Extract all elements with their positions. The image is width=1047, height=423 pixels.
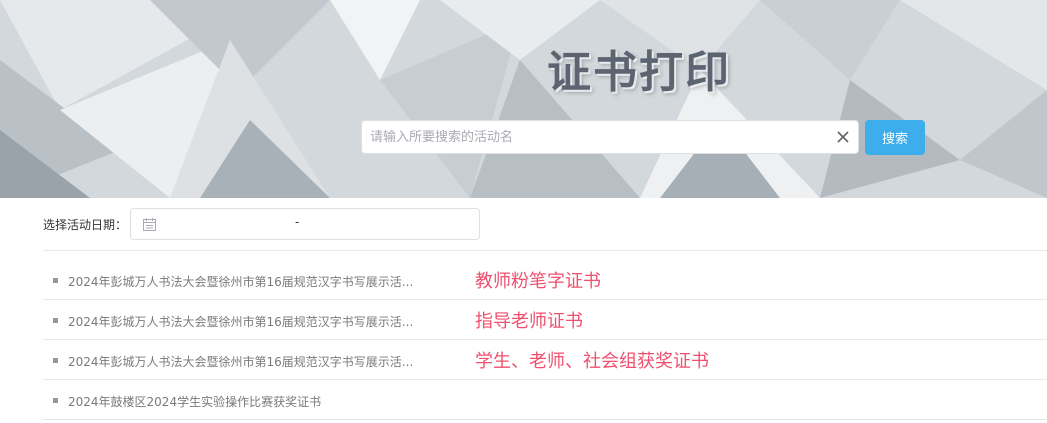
bullet-icon bbox=[53, 358, 58, 363]
bullet-icon bbox=[53, 398, 58, 403]
search-input[interactable] bbox=[362, 121, 822, 153]
list-item-annotation: 教师粉笔字证书 bbox=[475, 271, 601, 292]
bullet-icon bbox=[53, 318, 58, 323]
list-item[interactable]: 2024年彭城万人书法大会暨徐州市第16届规范汉字书写展示活... 学生、老师、… bbox=[43, 340, 1047, 380]
calendar-icon bbox=[143, 218, 156, 231]
search-box bbox=[361, 120, 859, 154]
list-item-link[interactable]: 2024年彭城万人书法大会暨徐州市第16届规范汉字书写展示活... bbox=[68, 313, 413, 330]
list-item-annotation: 学生、老师、社会组获奖证书 bbox=[475, 351, 709, 372]
list-item-link[interactable]: 2024年彭城万人书法大会暨徐州市第16届规范汉字书写展示活... bbox=[68, 273, 413, 290]
bullet-icon bbox=[53, 278, 58, 283]
page-title: 证书打印 bbox=[547, 47, 731, 98]
header-banner: 证书打印 搜索 bbox=[0, 0, 1047, 198]
date-label: 选择活动日期： bbox=[43, 218, 128, 232]
divider bbox=[43, 250, 1047, 251]
date-filter: 选择活动日期： - bbox=[43, 208, 1047, 250]
date-range-separator: - bbox=[295, 215, 300, 229]
banner-background bbox=[0, 0, 1047, 198]
list-item[interactable]: 2024年彭城万人书法大会暨徐州市第16届规范汉字书写展示活... 指导老师证书 bbox=[43, 300, 1047, 340]
list-item[interactable]: 2024年彭城万人书法大会暨徐州市第16届规范汉字书写展示活... 教师粉笔字证… bbox=[43, 260, 1047, 300]
list-item[interactable]: 2024年鼓楼区2024学生实验操作比赛获奖证书 bbox=[43, 380, 1047, 420]
list-item-annotation: 指导老师证书 bbox=[475, 311, 583, 332]
date-range-picker[interactable]: - bbox=[130, 208, 480, 240]
list-item-link[interactable]: 2024年鼓楼区2024学生实验操作比赛获奖证书 bbox=[68, 393, 321, 410]
certificate-list: 2024年彭城万人书法大会暨徐州市第16届规范汉字书写展示活... 教师粉笔字证… bbox=[43, 260, 1047, 420]
clear-icon[interactable] bbox=[836, 130, 850, 144]
list-item-link[interactable]: 2024年彭城万人书法大会暨徐州市第16届规范汉字书写展示活... bbox=[68, 353, 413, 370]
search-button[interactable]: 搜索 bbox=[865, 120, 925, 155]
